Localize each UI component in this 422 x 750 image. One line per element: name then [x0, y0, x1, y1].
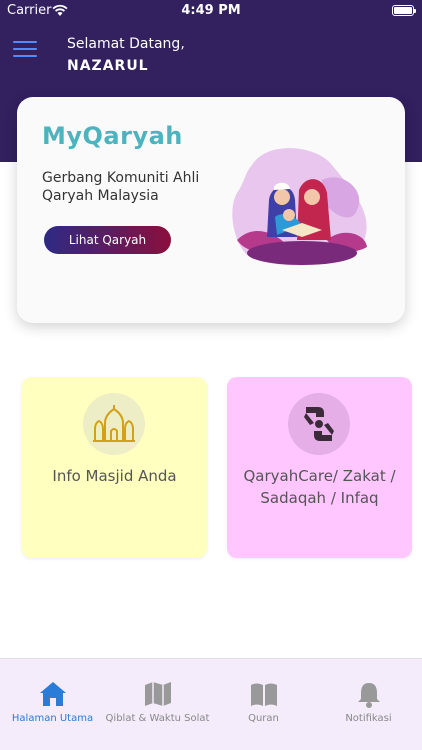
welcome-greeting: Selamat Datang, [67, 36, 185, 52]
battery-icon [392, 5, 416, 16]
tab-label: Qiblat & Waktu Solat [105, 713, 210, 724]
family-reading-illustration [232, 148, 367, 266]
charity-icon-circle [288, 393, 350, 455]
user-name: NAZARUL [67, 58, 149, 74]
info-masjid-label: Info Masjid Anda [52, 467, 177, 485]
book-icon [251, 683, 277, 706]
qaryahcare-label: QaryahCare/ Zakat / Sadaqah / Infaq [243, 467, 396, 507]
hero-subtitle: Gerbang Komuniti Ahli Qaryah Malaysia [42, 170, 200, 204]
hamburger-menu-icon[interactable] [13, 41, 37, 58]
status-time: 4:49 PM [181, 3, 241, 18]
hero-card: MyQaryah Gerbang Komuniti Ahli Qaryah Ma… [17, 97, 405, 323]
tab-qiblat-waktu-solat[interactable]: Qiblat & Waktu Solat [105, 659, 210, 750]
app-title: MyQaryah [42, 122, 183, 150]
map-icon [145, 682, 171, 706]
tab-label: Quran [248, 713, 279, 724]
bottom-tab-bar: Halaman Utama Qiblat & Waktu Solat Quran… [0, 658, 422, 750]
home-icon [40, 682, 66, 706]
lihat-qaryah-button[interactable]: Lihat Qaryah [44, 226, 171, 254]
qaryahcare-tile[interactable]: QaryahCare/ Zakat / Sadaqah / Infaq [227, 377, 412, 558]
charity-hands-icon [304, 407, 334, 441]
welcome-block: Selamat Datang, NAZARUL [67, 36, 185, 74]
tab-label: Halaman Utama [11, 713, 94, 724]
info-masjid-tile[interactable]: Info Masjid Anda [22, 377, 207, 558]
tab-label: Notifikasi [345, 713, 392, 724]
mosque-icon [93, 405, 135, 442]
tab-quran[interactable]: Quran [211, 659, 316, 750]
tab-halaman-utama[interactable]: Halaman Utama [0, 659, 105, 750]
mosque-icon-circle [83, 393, 145, 455]
tab-notifikasi[interactable]: Notifikasi [316, 659, 421, 750]
bell-icon [358, 683, 380, 708]
status-bar: Carrier 4:49 PM [0, 0, 422, 22]
